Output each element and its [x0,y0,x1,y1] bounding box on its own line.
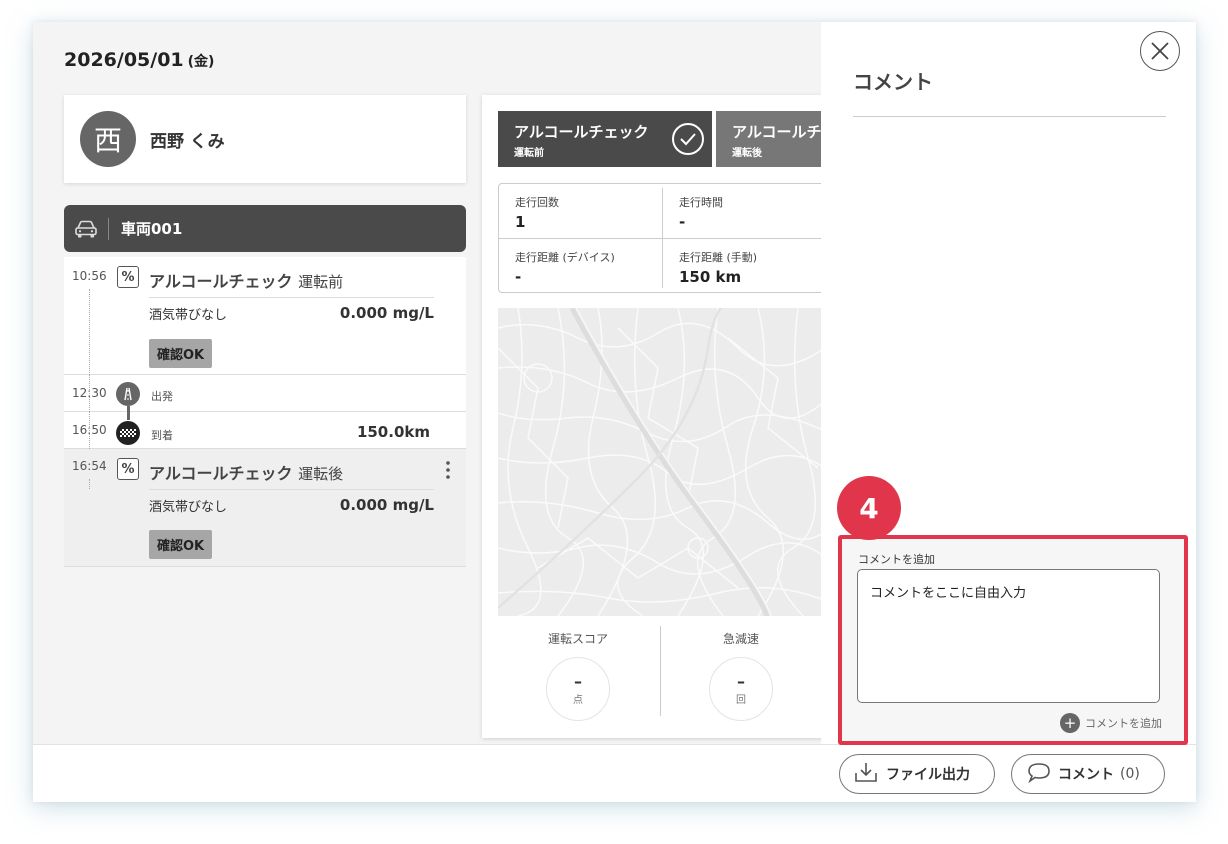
score-value: – [574,672,582,691]
percent-icon: % [117,458,139,480]
road-icon [116,382,140,406]
comment-panel: コメント コメントを追加 コメントをここに自由入力 + コメントを追加 4 [821,22,1196,745]
download-icon [854,761,878,787]
timeline-dotted-line [89,375,90,412]
stat-runs: 走行回数 1 [499,184,663,237]
timeline-item-check-after[interactable]: 16:54 % アルコールチェック 運転後 酒気帯びなし 0.000 mg/L … [64,449,466,567]
date-text: 2026/05/01 [64,49,184,71]
check-subtitle: 運転前 [298,273,344,291]
speech-bubble-icon [1026,761,1052,787]
check-title-text: アルコールチェック [149,464,293,483]
percent-icon: % [117,266,139,288]
user-name: 西野 くみ [150,131,225,152]
page-date: 2026/05/01 (金) [64,49,214,71]
timeline-item-check-before[interactable]: 10:56 % アルコールチェック 運転前 酒気帯びなし 0.000 mg/L … [64,257,466,375]
stat-distance-device: 走行距離 (デバイス) - [499,239,663,292]
score-circle: – 回 [709,657,773,721]
timeline-dotted-line [89,412,90,449]
status-badge: 確認OK [149,530,213,559]
score-unit: 回 [736,695,746,706]
vehicle-name: 車両001 [121,220,183,238]
bottom-toolbar: ファイル出力 コメント (0) [33,744,1196,802]
stat-label: 走行距離 (手動) [679,251,758,264]
check-circle-icon [672,123,704,155]
stat-value: 150 km [679,268,742,286]
check-result-label: 酒気帯びなし [149,308,228,323]
tab-check-before[interactable]: アルコールチェック 運転前 [498,111,712,167]
time-label: 10:56 [72,269,107,283]
add-comment-button[interactable]: + コメントを追加 [1060,713,1162,733]
map-streets [498,308,838,616]
score-driving: 運転スコア – 点 [498,630,658,721]
stat-label: 走行時間 [679,196,723,209]
avatar: 西 [80,111,136,167]
stats-table: 走行回数 1 走行時間 - 走行距離 (デバイス) - 走行距離 (手動) 15… [498,183,859,293]
event-label: 出発 [151,390,173,403]
stats-divider [499,238,859,239]
timeline-item-arrive: 16:50 到着 150.0km [64,406,466,449]
app-frame: 2026/05/01 (金) 西 西野 くみ 車両001 10:56 % アルコ… [33,22,1196,802]
route-map[interactable] [498,308,838,616]
export-label: ファイル出力 [886,767,970,783]
timeline-item-depart: 12:30 出発 [64,375,466,412]
car-icon [64,219,108,239]
step-number-badge: 4 [837,476,901,540]
check-result-row: 酒気帯びなし 0.000 mg/L [149,297,434,323]
comment-form: コメントを追加 コメントをここに自由入力 + コメントを追加 [838,535,1188,745]
more-menu-icon[interactable] [446,461,450,479]
export-file-button[interactable]: ファイル出力 [839,754,995,794]
comment-textarea[interactable]: コメントをここに自由入力 [857,569,1160,703]
comment-count: (0) [1120,766,1140,782]
check-title-text: アルコールチェック [149,272,293,291]
score-braking: 急減速 – 回 [661,630,821,721]
timeline-dotted-line [89,479,90,489]
score-unit: 点 [573,695,583,706]
check-title: アルコールチェック 運転後 [149,460,343,484]
stat-label: 走行距離 (デバイス) [515,251,615,264]
check-result-label: 酒気帯びなし [149,500,228,515]
plus-icon: + [1060,713,1080,733]
weekday-text: (金) [187,54,215,70]
add-comment-label: コメントを追加 [1085,717,1162,730]
score-circle: – 点 [546,657,610,721]
check-title: アルコールチェック 運転前 [149,268,343,292]
vehicle-header[interactable]: 車両001 [64,205,466,252]
comment-label: コメント [1058,767,1114,783]
title-divider [853,116,1166,117]
score-area: 運転スコア – 点 急減速 – 回 [498,616,838,726]
comment-button[interactable]: コメント (0) [1011,754,1165,794]
check-result-value: 0.000 mg/L [339,496,434,514]
panel-title: コメント [853,70,933,94]
user-card: 西 西野 くみ [64,95,466,183]
time-label: 16:54 [72,459,107,473]
detail-panel: アルコールチェック 運転前 アルコールチェ 運転後 走行回数 1 走行時間 - … [482,95,876,738]
close-icon [1151,42,1169,60]
stat-distance-manual: 走行距離 (手動) 150 km [663,239,827,292]
score-label: 急減速 [722,632,759,646]
score-label: 運転スコア [547,632,608,646]
close-button[interactable] [1140,31,1180,71]
timeline: 10:56 % アルコールチェック 運転前 酒気帯びなし 0.000 mg/L … [64,257,466,567]
stat-label: 走行回数 [515,196,559,209]
check-result-value: 0.000 mg/L [339,304,434,322]
score-value: – [737,672,745,691]
stat-duration: 走行時間 - [663,184,827,237]
stat-value: - [515,268,522,286]
comment-field-label: コメントを追加 [858,553,935,566]
check-result-row: 酒気帯びなし 0.000 mg/L [149,489,434,515]
stat-value: 1 [515,213,526,231]
checkered-flag-icon [116,421,140,445]
status-badge: 確認OK [149,339,213,368]
timeline-dotted-line [89,289,90,375]
event-label: 到着 [151,429,173,442]
route-connector [127,406,130,420]
vehicle-divider [108,217,109,240]
check-subtitle: 運転後 [298,465,344,483]
distance-value: 150.0km [356,423,430,441]
stat-value: - [679,213,686,231]
